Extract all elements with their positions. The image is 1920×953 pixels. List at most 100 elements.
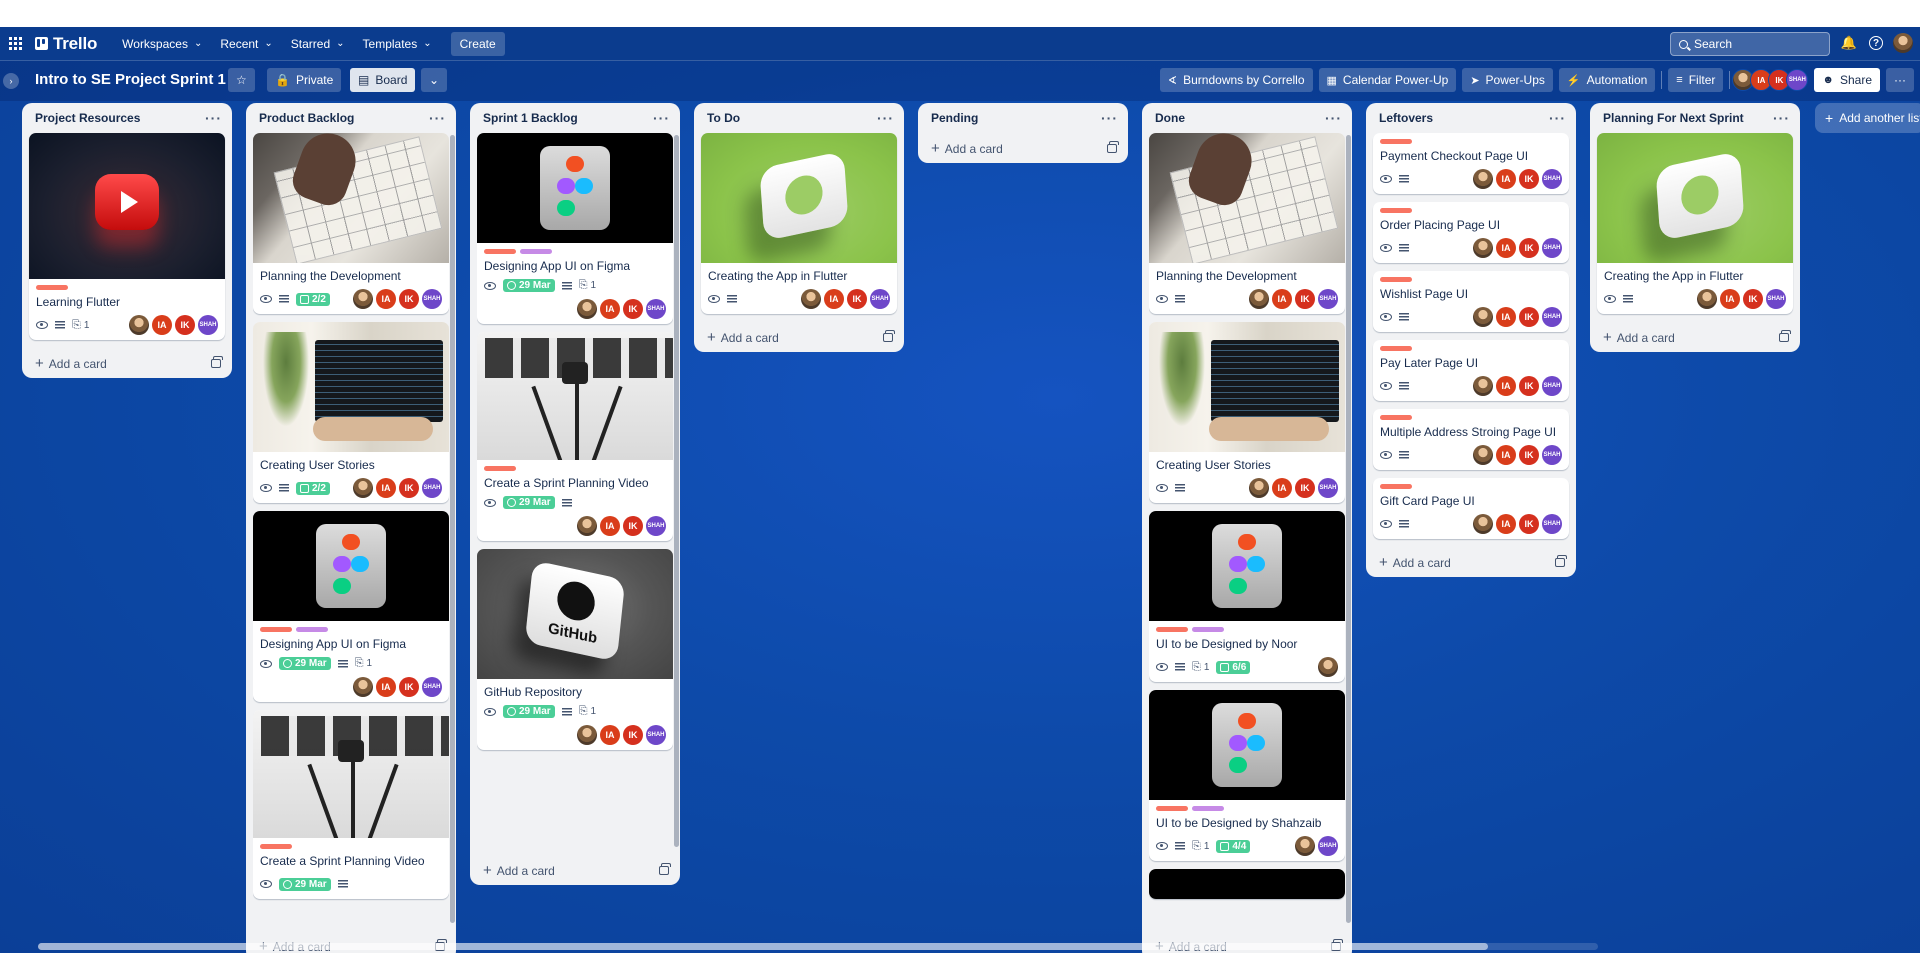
- member-avatar[interactable]: [1318, 657, 1338, 677]
- member-avatar[interactable]: SHAH: [1786, 69, 1809, 91]
- label-red[interactable]: [484, 466, 516, 471]
- board-title[interactable]: Intro to SE Project Sprint 1: [35, 71, 226, 88]
- more-icon[interactable]: ···: [1773, 110, 1790, 126]
- calendar-powerup-button[interactable]: ▦ Calendar Power-Up: [1318, 68, 1457, 92]
- member-avatar[interactable]: SHAH: [1318, 836, 1338, 856]
- template-card-icon[interactable]: [659, 862, 671, 875]
- template-card-icon[interactable]: [1107, 140, 1119, 153]
- member-avatar[interactable]: IK: [1519, 307, 1539, 327]
- list-vertical-scrollbar[interactable]: [450, 135, 455, 923]
- card[interactable]: Creating the App in Flutter IA IK SHAH: [1597, 133, 1793, 314]
- label-red[interactable]: [1156, 627, 1188, 632]
- due-date-badge[interactable]: 29 Mar: [503, 705, 555, 718]
- member-avatar[interactable]: SHAH: [198, 315, 218, 335]
- card[interactable]: Multiple Address Stroing Page UI IA IK SHAH: [1373, 409, 1569, 470]
- add-card-button[interactable]: + Add a card: [29, 348, 225, 378]
- card-title[interactable]: Creating the App in Flutter: [708, 269, 890, 284]
- board-view-button[interactable]: ▤ Board: [350, 68, 416, 92]
- member-avatar[interactable]: IA: [1496, 307, 1516, 327]
- card-title[interactable]: Creating the App in Flutter: [1604, 269, 1786, 284]
- member-avatar[interactable]: IK: [1295, 478, 1315, 498]
- label-purple[interactable]: [1192, 806, 1224, 811]
- member-avatar[interactable]: [1473, 376, 1493, 396]
- member-avatar[interactable]: IA: [152, 315, 172, 335]
- card[interactable]: GitHub GitHub Repository 29 Mar ⎘ 1 IA IK SHAH: [477, 549, 673, 750]
- member-avatar[interactable]: IK: [1519, 514, 1539, 534]
- list-title[interactable]: Planning For Next Sprint: [1603, 111, 1744, 125]
- card[interactable]: Learning Flutter ⎘ 1 IA IK SHAH: [29, 133, 225, 340]
- add-card-button[interactable]: + Add a card: [1373, 547, 1569, 577]
- member-avatar[interactable]: IA: [600, 299, 620, 319]
- member-avatar[interactable]: IA: [824, 289, 844, 309]
- member-avatar[interactable]: IK: [1519, 376, 1539, 396]
- label-red[interactable]: [260, 627, 292, 632]
- member-avatar[interactable]: [129, 315, 149, 335]
- member-avatar[interactable]: IA: [376, 478, 396, 498]
- label-red[interactable]: [1380, 484, 1412, 489]
- member-avatar[interactable]: [1473, 169, 1493, 189]
- member-avatar[interactable]: IK: [399, 289, 419, 309]
- member-avatar[interactable]: SHAH: [646, 516, 666, 536]
- member-avatar[interactable]: IK: [623, 299, 643, 319]
- label-purple[interactable]: [296, 627, 328, 632]
- template-card-icon[interactable]: [883, 329, 895, 342]
- burndowns-button[interactable]: ∢ Burndowns by Corrello: [1159, 68, 1313, 92]
- due-date-badge[interactable]: 29 Mar: [503, 279, 555, 292]
- scrollbar-thumb[interactable]: [38, 943, 1488, 950]
- view-switcher-button[interactable]: ⌄: [421, 68, 448, 92]
- add-card-button[interactable]: + Add a card: [477, 855, 673, 885]
- card[interactable]: Payment Checkout Page UI IA IK SHAH: [1373, 133, 1569, 194]
- add-card-button[interactable]: + Add a card: [1597, 322, 1793, 352]
- member-avatar[interactable]: IA: [1496, 445, 1516, 465]
- app-switcher-icon[interactable]: [9, 36, 23, 51]
- card-title[interactable]: Gift Card Page UI: [1380, 494, 1562, 509]
- card-title[interactable]: Wishlist Page UI: [1380, 287, 1562, 302]
- template-card-icon[interactable]: [211, 355, 223, 368]
- member-avatar[interactable]: IA: [1272, 478, 1292, 498]
- card-title[interactable]: Learning Flutter: [36, 295, 218, 310]
- member-avatar[interactable]: SHAH: [1766, 289, 1786, 309]
- member-avatar[interactable]: IK: [1519, 238, 1539, 258]
- member-avatar[interactable]: IA: [1720, 289, 1740, 309]
- powerups-button[interactable]: ➤ Power-Ups: [1462, 68, 1553, 92]
- add-card-button[interactable]: + Add a card: [701, 322, 897, 352]
- list-vertical-scrollbar[interactable]: [1346, 135, 1351, 923]
- card-title[interactable]: GitHub Repository: [484, 685, 666, 700]
- member-avatar[interactable]: IK: [399, 677, 419, 697]
- filter-button[interactable]: ≡ Filter: [1668, 68, 1724, 92]
- label-purple[interactable]: [520, 249, 552, 254]
- card-title[interactable]: Payment Checkout Page UI: [1380, 149, 1562, 164]
- member-avatar[interactable]: IA: [376, 677, 396, 697]
- member-avatar[interactable]: [1473, 445, 1493, 465]
- member-avatar[interactable]: IK: [175, 315, 195, 335]
- visibility-button[interactable]: 🔒 Private: [267, 68, 342, 92]
- list-vertical-scrollbar[interactable]: [674, 135, 679, 847]
- board-members[interactable]: IA IK SHAH: [1732, 69, 1809, 91]
- notifications-icon[interactable]: 🔔: [1839, 33, 1859, 53]
- card-title[interactable]: Create a Sprint Planning Video: [260, 854, 442, 869]
- card[interactable]: Designing App UI on Figma 29 Mar ⎘ 1 IA IK SHA…: [253, 511, 449, 702]
- add-card-button[interactable]: + Add a card: [925, 133, 1121, 163]
- member-avatar[interactable]: IK: [623, 516, 643, 536]
- member-avatar[interactable]: [353, 289, 373, 309]
- card-title[interactable]: Designing App UI on Figma: [484, 259, 666, 274]
- menu-starred[interactable]: Starred ⌄: [282, 31, 354, 57]
- trello-logo[interactable]: Trello: [35, 34, 97, 54]
- card[interactable]: Wishlist Page UI IA IK SHAH: [1373, 271, 1569, 332]
- member-avatar[interactable]: IA: [1496, 376, 1516, 396]
- list-title[interactable]: Sprint 1 Backlog: [483, 111, 578, 125]
- more-icon[interactable]: ···: [1325, 110, 1342, 126]
- member-avatar[interactable]: SHAH: [870, 289, 890, 309]
- label-red[interactable]: [1380, 139, 1412, 144]
- member-avatar[interactable]: SHAH: [1318, 478, 1338, 498]
- more-icon[interactable]: ···: [429, 110, 446, 126]
- more-icon[interactable]: ···: [877, 110, 894, 126]
- card[interactable]: Planning the Development 2/2 IA IK SHAH: [253, 133, 449, 314]
- horizontal-scrollbar[interactable]: [0, 939, 1920, 953]
- member-avatar[interactable]: IK: [399, 478, 419, 498]
- card[interactable]: Order Placing Page UI IA IK SHAH: [1373, 202, 1569, 263]
- member-avatar[interactable]: SHAH: [1542, 376, 1562, 396]
- card[interactable]: Creating User Stories IA IK SHAH: [1149, 322, 1345, 503]
- member-avatar[interactable]: [1249, 289, 1269, 309]
- label-purple[interactable]: [1192, 627, 1224, 632]
